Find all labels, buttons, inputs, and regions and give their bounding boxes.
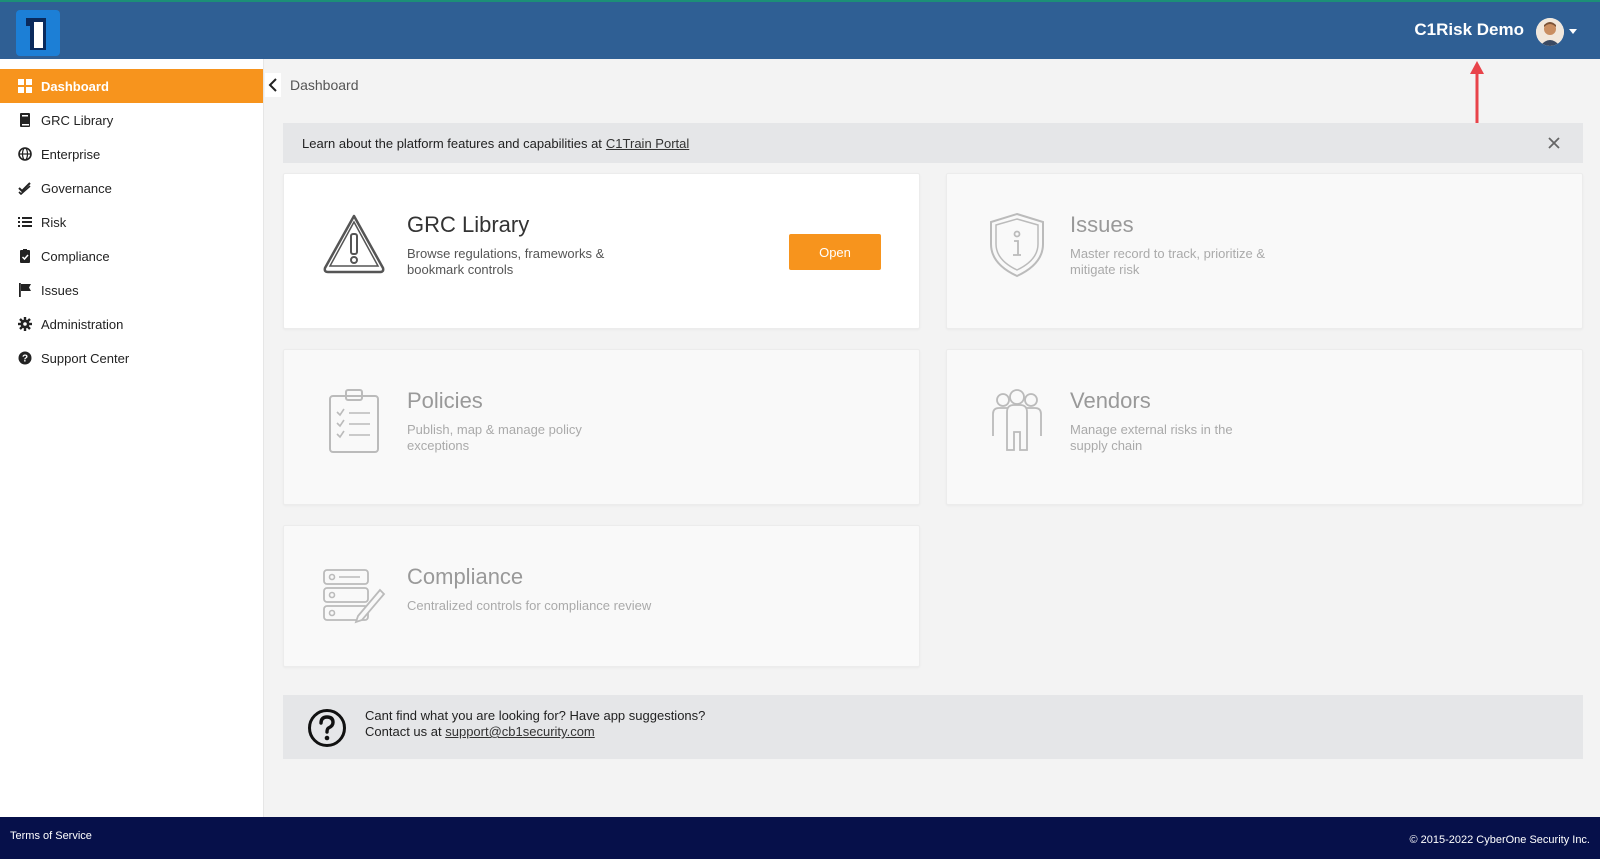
sidebar-item-enterprise[interactable]: Enterprise — [0, 137, 263, 171]
warning-triangle-icon — [323, 214, 385, 274]
card-description: Master record to track, prioritize & mit… — [1070, 246, 1266, 277]
chevron-left-icon — [268, 78, 277, 92]
flag-icon — [18, 283, 32, 297]
users-group-icon — [992, 389, 1042, 451]
sidebar-item-label: Enterprise — [41, 146, 101, 162]
close-icon[interactable] — [1545, 134, 1563, 152]
card-description: Centralized controls for compliance revi… — [407, 598, 652, 613]
clipboard-check-icon — [18, 249, 32, 263]
help-text: Cant find what you are looking for? Have… — [365, 708, 705, 740]
card-title: Vendors — [1070, 388, 1151, 413]
gear-icon — [18, 317, 32, 331]
open-button[interactable]: Open — [789, 234, 881, 270]
copyright-text: © 2015-2022 CyberOne Security Inc. — [1409, 834, 1590, 846]
sidebar-item-risk[interactable]: Risk — [0, 205, 263, 239]
question-circle-icon: ? — [18, 351, 32, 365]
card-description: Manage external risks in the supply chai… — [1070, 422, 1233, 453]
app-logo[interactable] — [16, 10, 60, 56]
card-title: Compliance — [407, 564, 524, 589]
card-compliance[interactable]: Compliance Centralized controls for comp… — [283, 525, 920, 667]
shield-info-icon — [990, 212, 1044, 278]
clipboard-list-icon — [329, 389, 379, 453]
svg-text:?: ? — [22, 354, 28, 365]
list-icon — [18, 215, 32, 229]
support-email-link[interactable]: support@cb1security.com — [445, 724, 595, 739]
sidebar-item-dashboard[interactable]: Dashboard — [0, 69, 263, 103]
sidebar-item-governance[interactable]: Governance — [0, 171, 263, 205]
sidebar-item-label: Governance — [41, 180, 112, 196]
contact-label: Contact us at — [365, 724, 442, 739]
dashboard-icon — [18, 79, 32, 93]
c1train-portal-link[interactable]: C1Train Portal — [606, 136, 689, 151]
help-panel: Cant find what you are looking for? Have… — [283, 695, 1583, 759]
avatar[interactable] — [1536, 18, 1564, 46]
user-menu-caret-icon[interactable] — [1569, 29, 1577, 34]
sidebar-item-administration[interactable]: Administration — [0, 307, 263, 341]
help-line-2: Contact us at support@cb1security.com — [365, 724, 705, 740]
card-title: Issues — [1070, 212, 1134, 237]
sidebar: Dashboard GRC Library Enterprise Governa… — [0, 59, 264, 817]
sidebar-item-label: Dashboard — [41, 78, 109, 94]
card-description: Browse regulations, frameworks & bookmar… — [407, 246, 605, 277]
footer: Terms of Service © 2015-2022 CyberOne Se… — [0, 817, 1600, 859]
sidebar-item-support-center[interactable]: ? Support Center — [0, 341, 263, 375]
card-issues[interactable]: Issues Master record to track, prioritiz… — [946, 173, 1583, 329]
sidebar-item-label: Support Center — [41, 350, 130, 366]
breadcrumb: Dashboard — [290, 77, 359, 93]
sidebar-item-label: Administration — [41, 316, 124, 332]
book-icon — [18, 113, 32, 127]
info-banner: Learn about the platform features and ca… — [283, 123, 1583, 163]
card-title: GRC Library — [407, 212, 530, 237]
sidebar-item-label: Risk — [41, 214, 67, 230]
card-policies[interactable]: Policies Publish, map & manage policy ex… — [283, 349, 920, 505]
card-grc-library: GRC Library Browse regulations, framewor… — [283, 173, 920, 329]
sidebar-item-compliance[interactable]: Compliance — [0, 239, 263, 273]
question-circle-icon — [308, 709, 346, 747]
check-double-icon — [18, 181, 32, 195]
sidebar-item-grc-library[interactable]: GRC Library — [0, 103, 263, 137]
sidebar-item-label: GRC Library — [41, 112, 114, 128]
card-title: Policies — [407, 388, 483, 413]
terms-of-service-link[interactable]: Terms of Service — [10, 830, 92, 842]
globe-icon — [18, 147, 32, 161]
sidebar-item-label: Issues — [41, 282, 79, 298]
server-edit-icon — [323, 569, 386, 624]
card-description: Publish, map & manage policy exceptions — [407, 422, 582, 453]
collapse-sidebar-button[interactable] — [265, 73, 281, 97]
sidebar-item-issues[interactable]: Issues — [0, 273, 263, 307]
top-bar: C1Risk Demo — [0, 0, 1600, 59]
sidebar-item-label: Compliance — [41, 248, 110, 264]
card-vendors[interactable]: Vendors Manage external risks in the sup… — [946, 349, 1583, 505]
user-name[interactable]: C1Risk Demo — [1414, 20, 1524, 40]
banner-text: Learn about the platform features and ca… — [302, 135, 602, 151]
help-line-1: Cant find what you are looking for? Have… — [365, 708, 706, 723]
